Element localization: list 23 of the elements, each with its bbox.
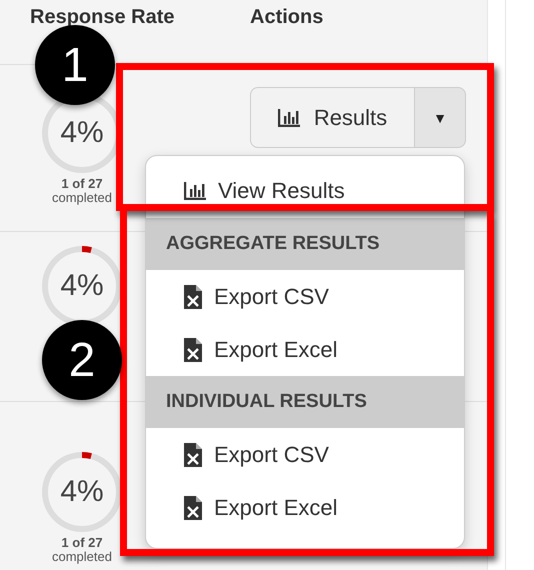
status-label: completed	[52, 550, 112, 563]
bar-chart-icon	[184, 182, 206, 200]
menu-section-header: AGGREGATE RESULTS	[146, 218, 464, 270]
status-label: completed	[52, 191, 112, 204]
menu-item[interactable]: View Results	[146, 164, 464, 218]
excel-file-icon	[184, 284, 202, 308]
results-button[interactable]: Results	[250, 87, 415, 148]
excel-file-icon	[184, 496, 202, 520]
percent-label: 4%	[60, 270, 104, 302]
column-header: Actions	[250, 6, 324, 29]
menu-item[interactable]: Export Excel	[146, 323, 464, 376]
response-count: 1 of 27	[61, 536, 103, 550]
percent-label: 4%	[60, 476, 104, 508]
menu-item[interactable]: Export CSV	[146, 428, 464, 481]
response-count: 1 of 27	[61, 177, 103, 191]
menu-section-header: INDIVIDUAL RESULTS	[146, 376, 464, 428]
percent-label: 4%	[60, 117, 104, 149]
dropdown-toggle[interactable]: ▼	[415, 87, 466, 148]
excel-file-icon	[184, 338, 202, 362]
bar-chart-icon	[278, 108, 300, 126]
menu-item[interactable]: Export CSV	[146, 270, 464, 323]
excel-file-icon	[184, 442, 202, 466]
menu-item[interactable]: Export Excel	[146, 481, 464, 534]
